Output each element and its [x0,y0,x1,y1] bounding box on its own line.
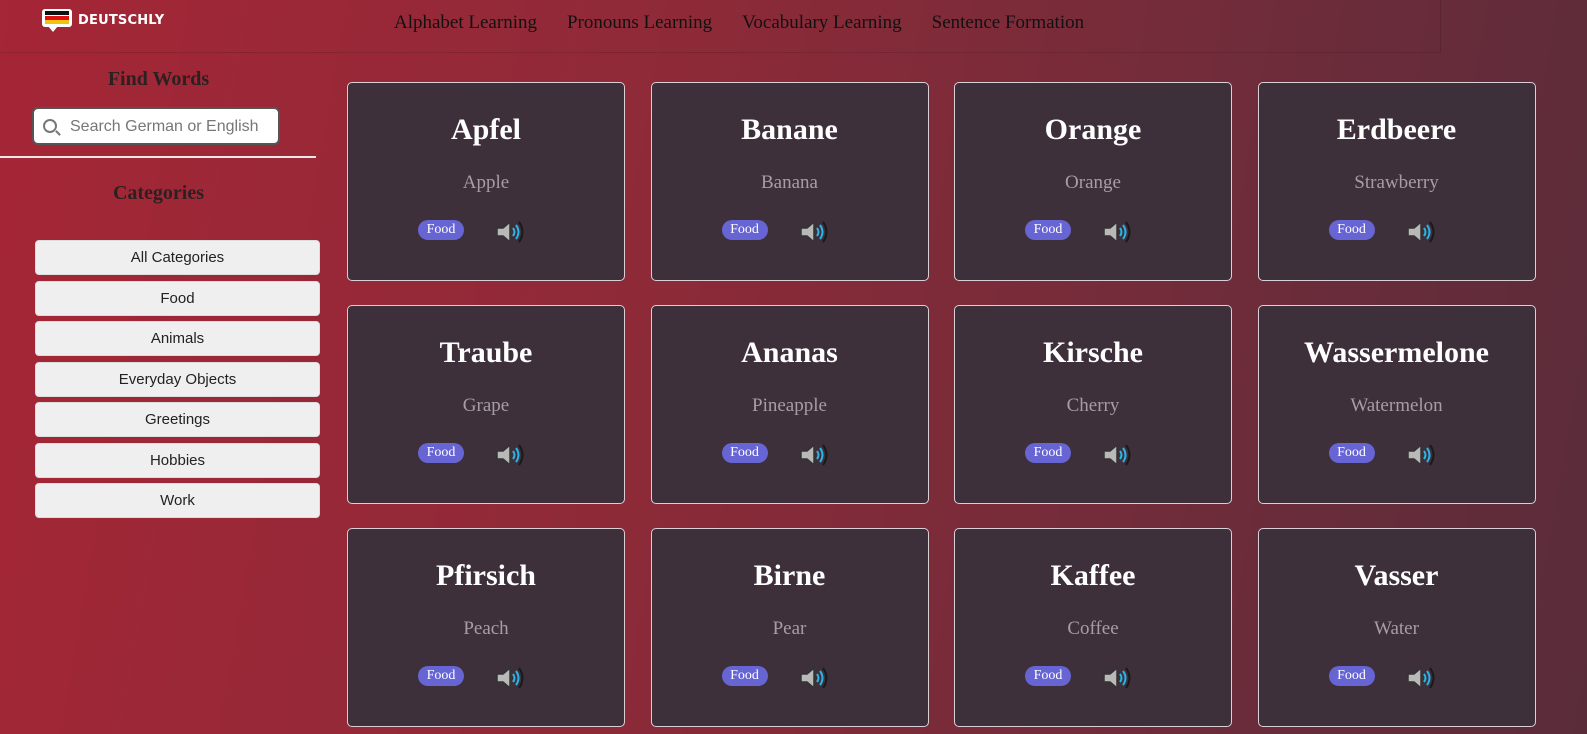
word-card[interactable]: Banane Banana Food [650,82,929,281]
english-translation: Banana [761,172,818,193]
word-card[interactable]: Wassermelone Watermelon Food [1257,305,1536,504]
word-card[interactable]: Kirsche Cherry Food [954,305,1232,504]
english-translation: Pear [772,618,807,639]
main-nav: Alphabet Learning Pronouns Learning Voca… [394,12,1084,34]
category-work-button[interactable]: Work [35,483,320,518]
category-greetings-button[interactable]: Greetings [35,402,320,437]
german-word: Traube [439,336,533,369]
speaker-icon[interactable] [494,441,526,469]
search-input[interactable] [68,113,277,141]
german-word: Vasser [1354,559,1439,592]
word-card[interactable]: Vasser Water Food [1257,528,1536,727]
english-translation: Watermelon [1350,395,1443,416]
word-card[interactable]: Orange Orange Food [954,82,1232,281]
word-card[interactable]: Birne Pear Food [650,528,929,727]
german-word: Wassermelone [1304,336,1489,369]
category-badge: Food [1328,666,1375,686]
german-word: Birne [753,559,826,592]
word-card[interactable]: Erdbeere Strawberry Food [1257,82,1536,281]
german-word: Ananas [741,336,838,369]
word-card[interactable]: Apfel Apple Food [347,82,625,281]
speaker-icon[interactable] [1405,441,1437,469]
speaker-icon[interactable] [494,218,526,246]
speaker-icon[interactable] [798,664,830,692]
category-hobbies-button[interactable]: Hobbies [35,442,320,478]
category-badge: Food [721,443,768,463]
german-word: Pfirsich [436,559,536,592]
word-card[interactable]: Kaffee Coffee Food [954,528,1232,727]
category-badge: Food [418,666,464,686]
category-badge: Food [1025,443,1071,463]
english-translation: Peach [463,618,509,639]
english-translation: Apple [462,172,510,193]
search-box[interactable] [32,107,280,145]
speaker-icon[interactable] [1101,218,1133,246]
german-word: Apfel [451,113,521,146]
word-card[interactable]: Pfirsich Peach Food [347,528,625,727]
german-word: Erdbeere [1336,113,1457,146]
categories-heading: Categories [112,182,205,204]
speaker-icon[interactable] [798,218,830,246]
category-food-button[interactable]: Food [35,280,320,316]
category-badge: Food [721,666,768,686]
nav-pronouns-learning[interactable]: Pronouns Learning [567,12,712,34]
category-badge: Food [1025,666,1071,686]
category-badge: Food [1025,220,1071,240]
word-card-grid: Apfel Apple Food Banane Banana Food Orange Oran… [347,82,1536,727]
english-translation: Orange [1065,172,1121,193]
category-badge: Food [418,220,464,240]
nav-sentence-formation[interactable]: Sentence Formation [932,12,1085,34]
german-word: Orange [1044,113,1142,146]
search-icon [43,119,57,133]
word-card[interactable]: Traube Grape Food [347,305,625,504]
speaker-icon[interactable] [798,441,830,469]
sidebar-divider [0,156,316,158]
speaker-icon[interactable] [1101,441,1133,469]
speaker-icon[interactable] [1405,218,1437,246]
category-badge: Food [1328,443,1375,463]
german-word: Kirsche [1043,336,1143,369]
speaker-icon[interactable] [1405,664,1437,692]
english-translation: Cherry [1066,395,1120,416]
category-badge: Food [418,443,464,463]
word-card[interactable]: Ananas Pineapple Food [650,305,929,504]
english-translation: Water [1374,618,1419,639]
english-translation: Strawberry [1354,172,1439,193]
english-translation: Grape [462,395,510,416]
speaker-icon[interactable] [1101,664,1133,692]
english-translation: Coffee [1067,618,1119,639]
find-words-heading: Find Words [107,68,210,90]
nav-alphabet-learning[interactable]: Alphabet Learning [394,12,537,34]
category-badge: Food [721,220,768,240]
speaker-icon[interactable] [494,664,526,692]
brand-name: DEUTSCHLY [78,12,165,28]
category-animals-button[interactable]: Animals [35,321,320,356]
german-flag-speech-icon [42,9,72,32]
category-badge: Food [1328,220,1375,240]
category-list: All Categories Food Animals Everyday Obj… [35,240,320,524]
top-navbar: DEUTSCHLY Alphabet Learning Pronouns Lea… [0,0,1441,53]
category-everyday-objects-button[interactable]: Everyday Objects [35,361,320,397]
german-word: Kaffee [1050,559,1136,592]
nav-vocabulary-learning[interactable]: Vocabulary Learning [742,12,902,34]
brand-logo[interactable]: DEUTSCHLY [42,9,165,32]
category-all-button[interactable]: All Categories [35,240,320,275]
german-word: Banane [741,113,838,146]
english-translation: Pineapple [752,395,827,416]
